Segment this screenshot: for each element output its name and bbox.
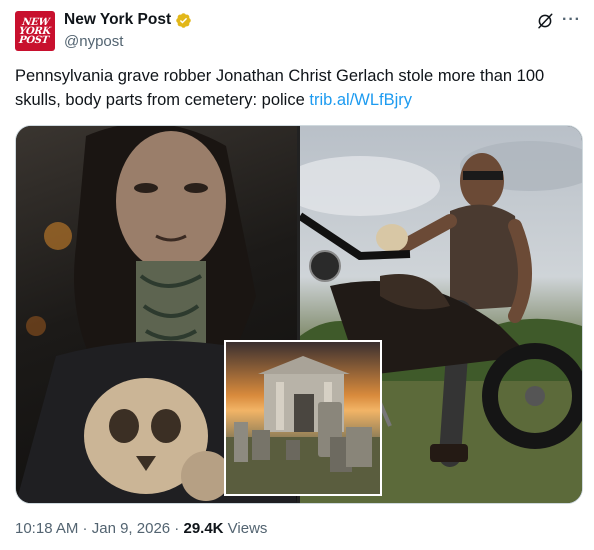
more-icon[interactable]: ··· [562, 11, 581, 29]
photo-mausoleum-art [226, 356, 380, 494]
avatar-logo-text: NEW YORK POST [18, 16, 52, 46]
grok-icon[interactable] [536, 12, 554, 30]
meta-separator: · [78, 520, 92, 537]
account-handle[interactable]: @nypost [64, 33, 123, 50]
account-name-row[interactable]: New York Post [64, 11, 192, 29]
verified-badge-icon [176, 12, 191, 28]
tweet-time[interactable]: 10:18 AM [15, 520, 78, 537]
tweet-meta: 10:18 AM · Jan 9, 2026 · 29.4K Views [15, 520, 267, 537]
tweet-date[interactable]: Jan 9, 2026 [92, 520, 170, 537]
views-label: Views [223, 520, 268, 537]
avatar[interactable]: NEW YORK POST [15, 11, 55, 51]
tweet-link[interactable]: trib.al/WLfBjry [309, 91, 412, 109]
tweet-body: Pennsylvania grave robber Jonathan Chris… [15, 67, 545, 109]
views-count: 29.4K [183, 520, 224, 537]
account-name[interactable]: New York Post [64, 11, 171, 29]
photo-mausoleum-inset [224, 340, 382, 496]
media-image[interactable] [15, 125, 583, 504]
tweet-card: NEW YORK POST New York Post @nypost ··· Pe… [0, 0, 594, 550]
tweet-text: Pennsylvania grave robber Jonathan Chris… [15, 64, 575, 112]
meta-separator: · [170, 520, 184, 537]
